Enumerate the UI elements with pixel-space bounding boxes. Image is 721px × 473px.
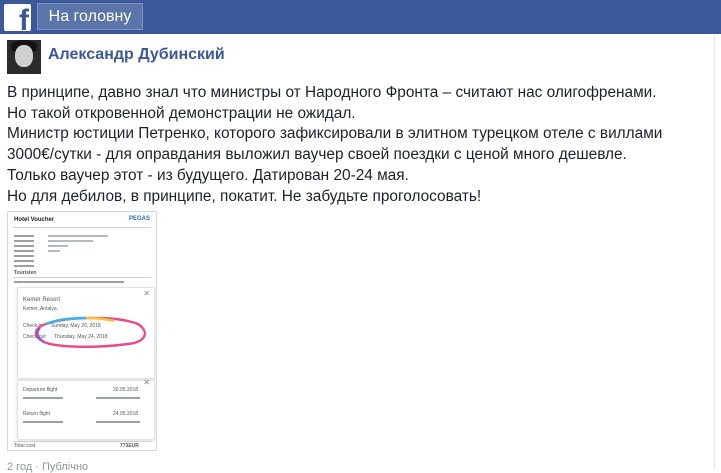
facebook-logo-letter: f	[19, 4, 29, 32]
return-flight-date: 24.05.2018	[113, 411, 139, 417]
voucher-brand-logo: PEGAS	[128, 216, 150, 222]
post-body: В принципе, давно знал что министры от Н…	[7, 83, 707, 207]
voucher-field-label	[14, 255, 34, 257]
voucher-rule	[13, 277, 151, 278]
voucher-title: Hotel Voucher	[14, 217, 55, 223]
hotel-details-card: ✕ Kemer Resort Kemer, Antalya Check-in S…	[17, 287, 155, 379]
return-flight-info	[23, 421, 63, 423]
highlight-scribble	[34, 316, 147, 348]
voucher-field-label	[14, 240, 34, 242]
voucher-rule	[13, 227, 151, 228]
author-avatar[interactable]	[7, 40, 41, 74]
voucher-field-label	[14, 250, 34, 252]
facebook-logo-icon[interactable]: f	[4, 4, 31, 31]
voucher-field-label	[14, 235, 34, 237]
departure-flight-date: 20.05.2018	[113, 387, 139, 393]
voucher-field-label	[14, 260, 34, 262]
flight-details-card: ✕ Departure flight 20.05.2018 Return fli…	[17, 378, 155, 440]
departure-flight-arrival	[96, 397, 140, 399]
total-cost-label: Total cost	[14, 443, 36, 449]
total-cost-value: 773EUR	[120, 443, 139, 449]
voucher-field-value	[48, 250, 60, 252]
post-line: Только ваучер этот - из будущего. Датиро…	[7, 166, 409, 184]
avatar-face	[15, 45, 33, 67]
content-divider	[714, 34, 715, 469]
voucher-rule	[13, 441, 151, 442]
voucher-section-heading: Touristen	[14, 270, 37, 276]
post-line: Но такой откровенной демонстрации не ожи…	[7, 104, 356, 122]
departure-flight-label: Departure flight	[23, 387, 58, 393]
author-name-link[interactable]: Александр Дубинский	[48, 46, 225, 64]
return-flight-label: Return flight	[23, 411, 50, 417]
voucher-table-row	[14, 281, 124, 283]
voucher-field-value	[48, 235, 108, 237]
post-line: 3000€/сутки - для оправдания выложил вау…	[7, 146, 627, 164]
voucher-field-label	[14, 265, 34, 267]
top-navigation-bar: f На головну	[0, 0, 721, 34]
voucher-image[interactable]: Hotel Voucher PEGAS Touristen ✕ Kemer Re…	[7, 211, 157, 451]
departure-flight-info	[23, 397, 63, 399]
home-button[interactable]: На головну	[37, 3, 143, 30]
post-line: В принципе, давно знал что министры от Н…	[7, 84, 657, 101]
voucher-field-value	[48, 240, 93, 242]
voucher-field-value	[48, 245, 68, 247]
post-line: Министр юстиции Петренко, которого зафик…	[7, 125, 663, 143]
close-icon: ✕	[143, 378, 150, 387]
post-timestamp[interactable]: 2 год · Публічно	[7, 461, 88, 473]
return-flight-arrival	[96, 421, 140, 423]
post-line: Но для дебилов, в принципе, покатит. Не …	[7, 187, 482, 205]
voucher-field-label	[14, 245, 34, 247]
highlight-stroke-blue	[45, 316, 87, 326]
